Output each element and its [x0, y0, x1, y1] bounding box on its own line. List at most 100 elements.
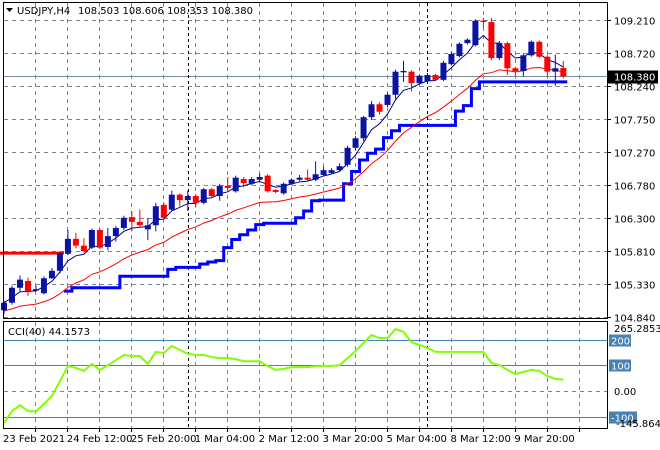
- bull-candle: [296, 177, 303, 180]
- time-label: 25 Feb 20:00: [131, 434, 197, 445]
- price-tick-label: 106.300: [614, 215, 655, 226]
- stop-line-lower: [63, 80, 568, 293]
- bull-candle: [520, 55, 527, 71]
- time-label: 8 Mar 12:00: [450, 434, 510, 445]
- time-label: 3 Mar 20:00: [323, 434, 383, 445]
- bull-candle: [144, 225, 151, 230]
- bear-candle: [488, 22, 495, 59]
- time-label: 1 Mar 04:00: [195, 434, 255, 445]
- price-chart[interactable]: 109.210 108.720 108.240 107.750 107.270 106.7…: [0, 0, 660, 450]
- bull-candle: [464, 39, 471, 44]
- bull-candle: [360, 117, 367, 139]
- bear-candle: [544, 56, 551, 72]
- bear-candle: [192, 196, 199, 203]
- bear-candle: [512, 68, 519, 71]
- time-label: 2 Mar 12:00: [259, 434, 319, 445]
- cci-zero-label: 0.00: [614, 387, 636, 398]
- bull-candle: [184, 196, 191, 201]
- bull-candle: [472, 20, 479, 46]
- grid: [4, 3, 607, 428]
- chart-header: USDJPY,H4 108.503 108.606 108.353 108.38…: [6, 6, 253, 17]
- bear-candle: [504, 43, 511, 69]
- bull-candle: [120, 217, 127, 228]
- bear-candle: [72, 238, 79, 246]
- bull-candle: [104, 236, 111, 247]
- cci-levels: [4, 340, 607, 418]
- bull-candle: [344, 147, 351, 165]
- bull-candle: [200, 189, 207, 203]
- time-axis: 23 Feb 2021 24 Feb 12:0025 Feb 20:001 Mar…: [3, 428, 580, 445]
- bull-candle: [328, 170, 335, 173]
- price-tick-label: 108.240: [614, 83, 655, 94]
- bull-candle: [368, 104, 375, 118]
- bear-candle: [272, 189, 279, 192]
- cci-level-label: 200: [611, 337, 630, 348]
- bull-candle: [456, 43, 463, 57]
- bull-candle: [56, 253, 63, 271]
- bull-candle: [320, 170, 327, 175]
- current-price-label: 108.380: [614, 73, 655, 84]
- price-tick-label: 105.810: [614, 248, 655, 259]
- cci-line: [3, 327, 564, 424]
- bear-candle: [128, 217, 135, 222]
- bear-candle: [376, 104, 383, 112]
- price-tick-label: 106.780: [614, 182, 655, 193]
- bull-candle: [64, 238, 71, 254]
- bear-candle: [208, 189, 215, 197]
- bull-candle: [8, 287, 15, 303]
- fast-moving-average: [3, 34, 564, 304]
- cci-panel-frame: [3, 321, 608, 429]
- bull-candle: [352, 138, 359, 148]
- bull-candle: [400, 70, 407, 73]
- ohlc-values: 108.503 108.606 108.353 108.380: [78, 6, 253, 17]
- cci-name: CCI(40): [8, 327, 46, 338]
- bull-candle: [168, 194, 175, 210]
- price-tick-label: 105.330: [614, 281, 655, 292]
- price-tick-label: 107.750: [614, 116, 655, 127]
- time-label: 5 Mar 04:00: [387, 434, 447, 445]
- bull-candle: [384, 94, 391, 105]
- symbol-label: USDJPY,H4: [17, 6, 70, 17]
- bear-candle: [536, 41, 543, 57]
- bull-candle: [232, 177, 239, 192]
- time-label: 24 Feb 12:00: [67, 434, 133, 445]
- bull-candle: [552, 68, 559, 72]
- bear-candle: [160, 204, 167, 218]
- bull-candle: [32, 289, 39, 291]
- cci-title: CCI(40) 44.1573: [8, 327, 90, 338]
- cci-min-label: -145.8641: [616, 419, 660, 430]
- bear-candle: [80, 245, 87, 252]
- bull-candle: [312, 174, 319, 180]
- bull-candle: [16, 279, 23, 288]
- bull-candle: [336, 166, 343, 171]
- bull-candle: [280, 183, 287, 194]
- bull-candle: [392, 71, 399, 95]
- bull-candle: [424, 75, 431, 82]
- bull-candle: [448, 53, 455, 65]
- bull-candle: [528, 41, 535, 56]
- bull-candle: [256, 176, 263, 180]
- time-label: 9 Mar 20:00: [514, 434, 574, 445]
- bear-candle: [560, 68, 567, 77]
- bull-candle: [216, 185, 223, 197]
- triangle-down-icon[interactable]: [6, 8, 13, 12]
- bear-candle: [176, 194, 183, 201]
- price-axis: 109.210 108.720 108.240 107.750 107.270 106.7…: [607, 17, 660, 430]
- bear-candle: [432, 75, 439, 80]
- bull-candle: [440, 62, 447, 80]
- main-panel-frame: [3, 2, 608, 319]
- bear-candle: [24, 280, 31, 292]
- cci-max-label: 265.2853: [614, 324, 660, 335]
- price-tick-label: 107.270: [614, 149, 655, 160]
- bull-candle: [88, 230, 95, 248]
- bull-candle: [48, 270, 55, 279]
- candles: [1, 17, 567, 315]
- bull-candle: [416, 75, 423, 84]
- bear-candle: [136, 221, 143, 226]
- bear-candle: [408, 71, 415, 84]
- bear-candle: [480, 20, 487, 23]
- bull-candle: [248, 179, 255, 184]
- bear-candle: [96, 230, 103, 248]
- bear-candle: [304, 177, 311, 180]
- cci-value: 44.1573: [49, 327, 90, 338]
